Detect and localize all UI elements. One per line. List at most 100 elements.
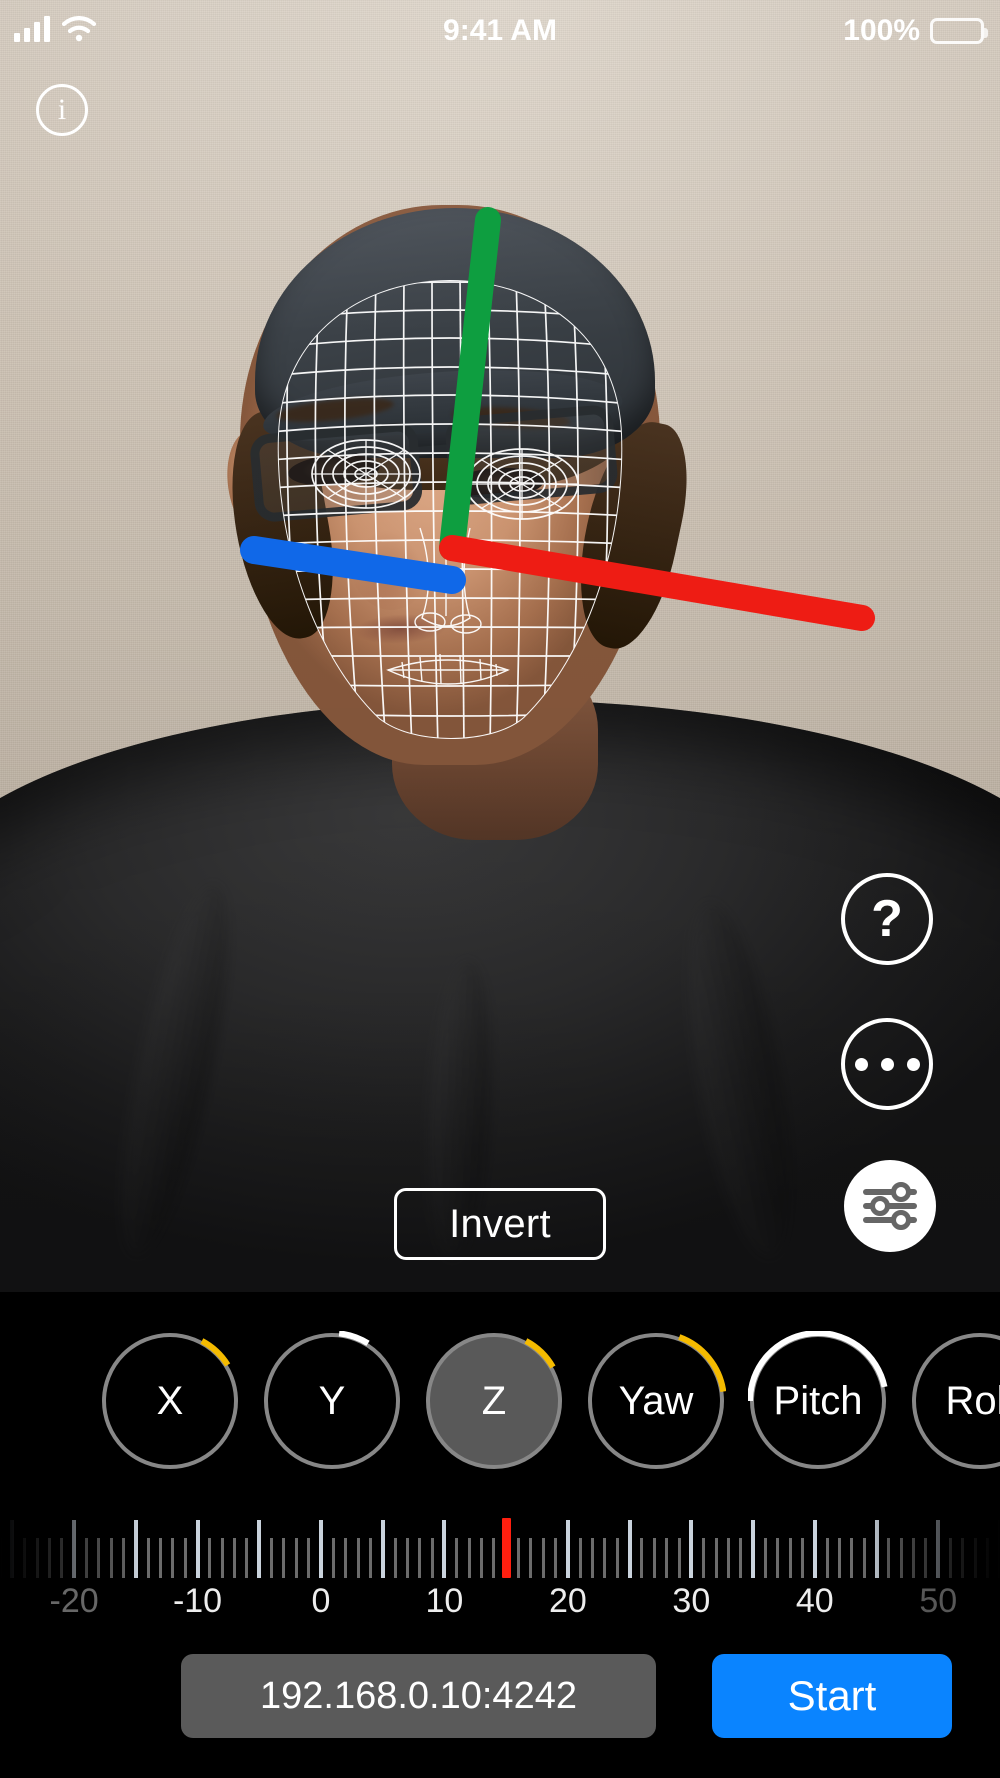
address-value: 192.168.0.10:4242: [260, 1674, 577, 1717]
settings-button[interactable]: [844, 1160, 936, 1252]
ruler-tick-minor: [171, 1538, 175, 1578]
ruler-label: 20: [548, 1582, 587, 1620]
status-right: 100%: [843, 14, 988, 48]
ruler-tick-minor: [47, 1538, 51, 1578]
ruler-tick-major: [751, 1520, 756, 1578]
ruler-tick-minor: [887, 1538, 891, 1578]
ruler-tick-minor: [591, 1538, 595, 1578]
ruler-tick-minor: [763, 1538, 767, 1578]
ruler-tick-minor: [924, 1538, 928, 1578]
info-button[interactable]: i: [36, 84, 88, 136]
axis-selector-row[interactable]: X Y Z Yaw Pitch Roll: [0, 1310, 1000, 1492]
ruler-tick-minor: [430, 1538, 434, 1578]
axis-button-label: Pitch: [773, 1379, 863, 1423]
axis-button-label: X: [156, 1379, 184, 1423]
axis-button-label: Yaw: [618, 1379, 694, 1423]
status-bar: 9:41 AM 100%: [0, 0, 1000, 62]
ruler-label: 10: [425, 1582, 464, 1620]
camera-preview: i ? Invert: [0, 0, 1000, 1292]
invert-button[interactable]: Invert: [394, 1188, 606, 1260]
ruler-tick-minor: [603, 1538, 607, 1578]
ruler-tick-major: [565, 1520, 570, 1578]
axis-button-z[interactable]: Z: [426, 1333, 562, 1469]
axis-button-x[interactable]: X: [102, 1333, 238, 1469]
ruler-tick-minor: [702, 1538, 706, 1578]
ruler-tick-minor: [677, 1538, 681, 1578]
ruler-tick-minor: [183, 1538, 187, 1578]
ruler-tick-minor: [158, 1538, 162, 1578]
ruler-needle: [501, 1518, 511, 1578]
ruler-tick-minor: [652, 1538, 656, 1578]
ruler-tick-minor: [726, 1538, 730, 1578]
ruler-tick-minor: [479, 1538, 483, 1578]
ruler-tick-minor: [949, 1538, 953, 1578]
ruler-tick-minor: [368, 1538, 372, 1578]
ruler-tick-major: [10, 1520, 15, 1578]
ruler-tick-minor: [121, 1538, 125, 1578]
sliders-icon: [863, 1182, 917, 1230]
axis-button-label: Y: [318, 1379, 346, 1423]
ruler-tick-minor: [899, 1538, 903, 1578]
ruler-tick-minor: [220, 1538, 224, 1578]
ruler-tick-minor: [60, 1538, 64, 1578]
ruler-tick-minor: [912, 1538, 916, 1578]
question-mark-icon: ?: [871, 890, 903, 948]
app-root: i ? Invert 9:41 AM 100% X Y Z Yaw Pitch …: [0, 0, 1000, 1778]
ruler-tick-minor: [973, 1538, 977, 1578]
ruler-tick-major: [689, 1520, 694, 1578]
ruler-tick-minor: [23, 1538, 27, 1578]
ruler-tick-minor: [986, 1538, 990, 1578]
ruler-tick-major: [195, 1520, 200, 1578]
axis-button-roll[interactable]: Roll: [912, 1333, 1000, 1469]
info-icon: i: [57, 93, 67, 126]
ruler-label: 50: [919, 1582, 958, 1620]
ruler-tick-minor: [467, 1538, 471, 1578]
ruler-tick-minor: [825, 1538, 829, 1578]
battery-icon: [930, 18, 988, 44]
axis-button-y[interactable]: Y: [264, 1331, 400, 1469]
ruler-tick-minor: [850, 1538, 854, 1578]
ruler-tick-minor: [307, 1538, 311, 1578]
ellipsis-icon: [854, 1057, 920, 1071]
ruler-labels: -20 -10 0 10 20 30 40 50: [0, 1584, 1000, 1628]
axis-button-label: Z: [481, 1379, 507, 1423]
ruler-tick-minor: [578, 1538, 582, 1578]
ruler-tick-major: [133, 1520, 138, 1578]
ruler-tick-minor: [529, 1538, 533, 1578]
ruler-tick-major: [318, 1520, 323, 1578]
axis-button-yaw[interactable]: Yaw: [588, 1333, 726, 1469]
control-panel: X Y Z Yaw Pitch Roll -20 -10 0 10 20 30 40 50 192.16…: [0, 1292, 1000, 1778]
address-input[interactable]: 192.168.0.10:4242: [181, 1654, 656, 1738]
ruler-tick-minor: [455, 1538, 459, 1578]
ruler-tick-minor: [788, 1538, 792, 1578]
ruler-tick-minor: [714, 1538, 718, 1578]
ruler-tick-minor: [838, 1538, 841, 1578]
start-button[interactable]: Start: [712, 1654, 952, 1738]
ruler-tick-minor: [405, 1538, 409, 1578]
battery-percent: 100%: [843, 14, 920, 47]
ruler-tick-major: [257, 1520, 262, 1578]
ruler-tick-minor: [331, 1538, 335, 1578]
ruler-tick-minor: [97, 1538, 101, 1578]
ruler-tick-minor: [640, 1538, 644, 1578]
ruler-tick-minor: [517, 1538, 521, 1578]
ruler-tick-minor: [233, 1538, 237, 1578]
axis-button-pitch[interactable]: Pitch: [748, 1331, 888, 1469]
value-ruler[interactable]: -20 -10 0 10 20 30 40 50: [0, 1496, 1000, 1628]
ruler-tick-minor: [800, 1538, 804, 1578]
more-options-button[interactable]: [841, 1018, 933, 1110]
ruler-tick-minor: [739, 1538, 743, 1578]
ruler-label: -20: [49, 1582, 99, 1620]
ruler-tick-minor: [270, 1538, 274, 1578]
help-button[interactable]: ?: [841, 873, 933, 965]
axis-button-label: Roll: [945, 1379, 1000, 1423]
ruler-tick-minor: [554, 1538, 558, 1578]
ruler-tick-minor: [0, 1538, 2, 1578]
ruler-tick-minor: [282, 1538, 286, 1578]
ruler-tick-major: [627, 1520, 632, 1578]
ruler-tick-major: [72, 1520, 77, 1578]
ruler-ticks[interactable]: [0, 1512, 1000, 1578]
ruler-tick-minor: [492, 1538, 496, 1578]
ruler-tick-major: [936, 1520, 941, 1578]
ruler-tick-minor: [961, 1538, 965, 1578]
